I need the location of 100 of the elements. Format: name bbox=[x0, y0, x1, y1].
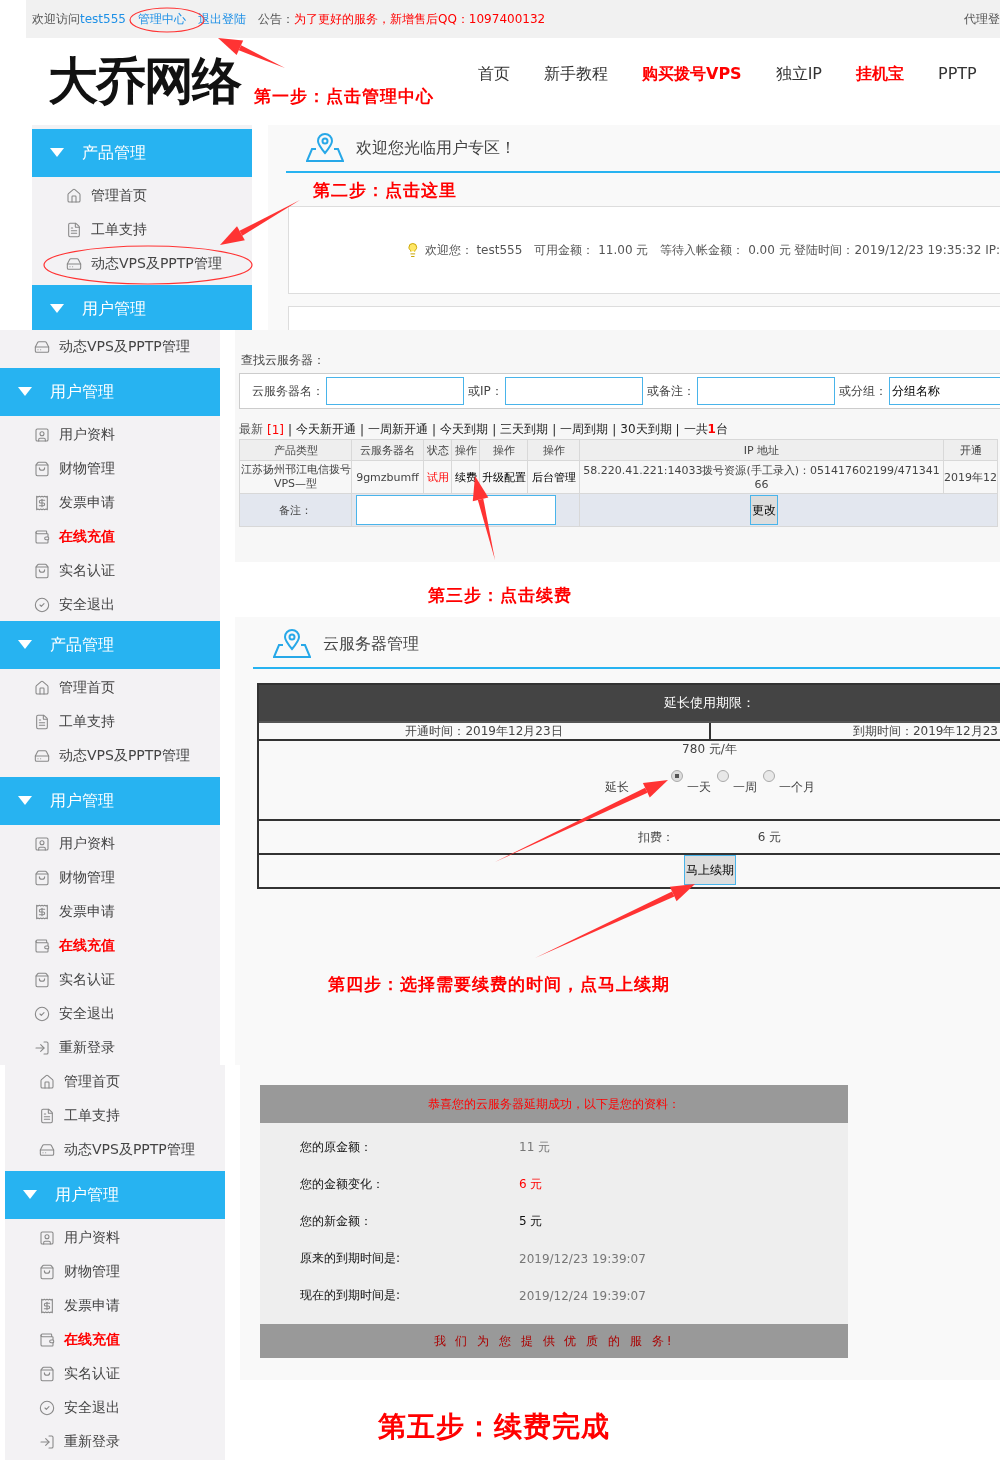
user-card-icon bbox=[39, 1230, 55, 1246]
result-value: 2019/12/24 19:39:07 bbox=[519, 1288, 646, 1303]
column-header: 操作 bbox=[479, 439, 528, 461]
separator: | bbox=[492, 422, 497, 437]
search-field[interactable] bbox=[326, 377, 464, 405]
column-header: 产品类型 bbox=[239, 439, 352, 461]
table-cell: 9gmzbumff bbox=[351, 460, 424, 494]
user-card-icon bbox=[34, 427, 50, 443]
sidebar-item[interactable]: 管理首页 bbox=[5, 1065, 225, 1099]
search-label: 查找云服务器： bbox=[240, 352, 326, 369]
sidebar-item[interactable]: 重新登录 bbox=[5, 1425, 225, 1459]
result-label: 您的新金额： bbox=[300, 1213, 373, 1230]
nav-link[interactable]: 挂机宝 bbox=[856, 64, 904, 85]
nav-link[interactable]: 新手教程 bbox=[544, 64, 608, 85]
bag-icon bbox=[34, 563, 50, 579]
bag-icon bbox=[34, 972, 50, 988]
radio-option[interactable]: 一天 bbox=[670, 766, 711, 796]
note-label: 备注： bbox=[239, 493, 352, 527]
sidebar-item[interactable]: 发票申请 bbox=[0, 486, 220, 520]
sidebar-item[interactable]: 工单支持 bbox=[0, 705, 220, 739]
sidebar-item[interactable]: 财物管理 bbox=[0, 861, 220, 895]
sidebar-item[interactable]: 实名认证 bbox=[0, 963, 220, 997]
sidebar-item[interactable]: 财物管理 bbox=[5, 1255, 225, 1289]
step-annotation: 第二步：点击这里 bbox=[313, 179, 457, 202]
note-field[interactable] bbox=[356, 495, 556, 525]
nav-link[interactable]: 购买拨号VPS bbox=[642, 64, 742, 85]
radio-option[interactable]: 一个月 bbox=[762, 766, 815, 796]
filter-link[interactable]: 30天到期 bbox=[620, 421, 672, 438]
radio-option[interactable]: 一周 bbox=[716, 766, 757, 796]
sidebar-item[interactable]: 发票申请 bbox=[5, 1289, 225, 1323]
sidebar-item[interactable]: 财物管理 bbox=[0, 452, 220, 486]
sidebar-item[interactable]: 安全退出 bbox=[0, 588, 220, 617]
section-title: 欢迎您光临用户专区！ bbox=[356, 137, 516, 159]
field-label: 云服务器名： bbox=[251, 382, 325, 400]
separator: | bbox=[288, 422, 293, 437]
fee-amount: 6 元 bbox=[757, 828, 782, 846]
result-label: 您的原金额： bbox=[300, 1139, 373, 1156]
table-cell: 江苏扬州邗江电信拨号VPS—型 bbox=[239, 460, 352, 494]
sidebar-item[interactable]: 动态VPS及PPTP管理 bbox=[0, 330, 220, 364]
sidebar-item[interactable]: 发票申请 bbox=[0, 895, 220, 929]
sidebar-item[interactable]: 在线充值 bbox=[0, 929, 220, 963]
wallet-icon bbox=[39, 1332, 55, 1348]
column-header: 状态 bbox=[423, 439, 452, 461]
sidebar-item[interactable]: 实名认证 bbox=[5, 1357, 225, 1391]
filter-link[interactable]: 今天新开通 bbox=[296, 421, 357, 438]
sidebar-item[interactable]: 管理首页 bbox=[0, 671, 220, 705]
total-count: 一共1台 bbox=[683, 421, 728, 438]
action-link[interactable]: 后台管理 bbox=[527, 460, 580, 494]
result-header: 恭喜您的云服务器延期成功，以下是您的资料： bbox=[260, 1085, 848, 1123]
caret-down-icon bbox=[23, 1190, 37, 1200]
sidebar-item[interactable]: 安全退出 bbox=[5, 1391, 225, 1425]
step-annotation: 第三步：点击续费 bbox=[428, 584, 572, 607]
document-icon bbox=[66, 222, 82, 238]
sidebar-item[interactable]: 用户资料 bbox=[0, 827, 220, 861]
sidebar-item[interactable]: 实名认证 bbox=[0, 554, 220, 588]
sidebar-item[interactable]: 安全退出 bbox=[0, 997, 220, 1031]
sidebar-item[interactable]: 用户资料 bbox=[5, 1221, 225, 1255]
sidebar-item[interactable]: 管理首页 bbox=[32, 179, 252, 213]
agent-login-link[interactable]: 代理登 bbox=[964, 10, 1000, 28]
radio-button[interactable] bbox=[716, 770, 729, 782]
search-field[interactable] bbox=[504, 377, 643, 405]
caret-down-icon bbox=[18, 640, 32, 650]
filter-link[interactable]: 三天到期 bbox=[500, 421, 549, 438]
filter-link[interactable]: 一周新开通 bbox=[368, 421, 429, 438]
renew-button[interactable]: 马上续期 bbox=[683, 855, 736, 885]
sidebar-item[interactable]: 重新登录 bbox=[0, 1031, 220, 1065]
receipt-icon bbox=[34, 495, 50, 511]
nav-link[interactable]: 首页 bbox=[478, 64, 510, 85]
notice-text: 为了更好的服务，新增售后QQ：1097400132 bbox=[293, 11, 546, 26]
home-icon bbox=[39, 1074, 55, 1090]
sidebar-item[interactable]: 工单支持 bbox=[32, 213, 252, 247]
radio-button[interactable] bbox=[762, 770, 775, 782]
update-button[interactable]: 更改 bbox=[750, 495, 778, 525]
sidebar-item[interactable]: 动态VPS及PPTP管理 bbox=[32, 247, 252, 281]
separator: | bbox=[675, 422, 680, 437]
radio-button[interactable] bbox=[670, 770, 683, 782]
drive-icon bbox=[39, 1142, 55, 1158]
nav-link[interactable]: 独立IP bbox=[775, 64, 822, 85]
result-label: 现在的到期时间是: bbox=[300, 1287, 402, 1304]
search-field[interactable]: 分组名称 bbox=[888, 377, 1000, 405]
sidebar-item[interactable]: 用户资料 bbox=[0, 418, 220, 452]
wallet-icon bbox=[34, 529, 50, 545]
search-field[interactable] bbox=[696, 377, 835, 405]
sidebar-item[interactable]: 动态VPS及PPTP管理 bbox=[5, 1133, 225, 1167]
section-title: 云服务器管理 bbox=[323, 633, 419, 655]
filter-link[interactable]: 一周到期 bbox=[560, 421, 609, 438]
sidebar-item[interactable]: 在线充值 bbox=[5, 1323, 225, 1357]
document-icon bbox=[34, 714, 50, 730]
map-pin-icon bbox=[306, 133, 344, 163]
result-value: 2019/12/23 19:39:07 bbox=[519, 1251, 646, 1266]
sidebar-item[interactable]: 在线充值 bbox=[0, 520, 220, 554]
sidebar-item[interactable]: 动态VPS及PPTP管理 bbox=[0, 739, 220, 773]
login-icon bbox=[34, 1040, 50, 1056]
wallet-icon bbox=[34, 938, 50, 954]
login-icon bbox=[39, 1434, 55, 1450]
nav-link[interactable]: PPTP bbox=[938, 64, 977, 85]
sidebar-item[interactable]: 工单支持 bbox=[5, 1099, 225, 1133]
step-annotation: 第五步：续费完成 bbox=[378, 1409, 610, 1445]
filter-link[interactable]: 今天到期 bbox=[440, 421, 489, 438]
drive-icon bbox=[34, 748, 50, 764]
